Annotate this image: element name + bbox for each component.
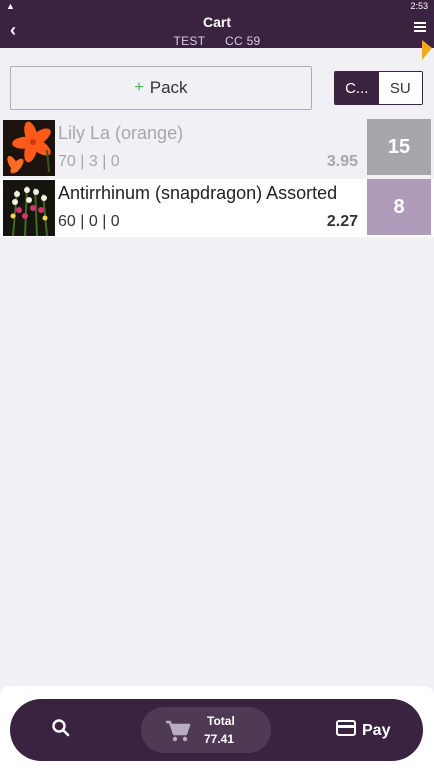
item-price: 3.95 (326, 153, 358, 170)
pay-button[interactable]: Pay (336, 720, 390, 741)
item-quantity-button[interactable]: 8 (367, 179, 431, 235)
item-quantity-button[interactable]: 15 (367, 119, 431, 175)
unit-toggle-option-su[interactable]: SU (378, 72, 422, 104)
credit-card-icon (336, 720, 356, 741)
cart-total-button[interactable]: Total 77.41 (141, 707, 271, 753)
pointer-cursor-icon (422, 40, 432, 60)
page-title: Cart (202, 14, 231, 30)
subtitle-code: CC 59 (225, 34, 261, 48)
shopping-cart-icon (165, 719, 191, 748)
item-name: Lily La (orange) (58, 123, 184, 143)
page-subtitle: TEST CC 59 (0, 34, 434, 48)
total-label: Total (207, 714, 235, 728)
warning-triangle-icon: ▲ (6, 1, 15, 11)
list-item[interactable]: Lily La (orange) 70 | 3 | 0 3.95 15 (0, 119, 434, 177)
snapdragon-image (3, 180, 55, 236)
add-pack-button[interactable]: + Pack (10, 66, 312, 110)
subtitle-customer: TEST (173, 34, 206, 48)
lily-image (3, 120, 55, 176)
bottom-action-bar: Total 77.41 Pay (10, 699, 423, 761)
add-pack-label: Pack (149, 78, 188, 97)
search-icon[interactable] (50, 717, 72, 744)
header: ‹ Cart TEST CC 59 (0, 12, 434, 48)
plus-icon: + (134, 79, 144, 96)
unit-toggle-option-c[interactable]: C... (335, 72, 379, 104)
list-item[interactable]: Antirrhinum (snapdragon) Assorted 60 | 0… (0, 179, 434, 237)
item-name: Antirrhinum (snapdragon) Assorted (58, 183, 338, 203)
menu-icon[interactable] (414, 22, 426, 34)
status-time: 2:53 (410, 1, 428, 11)
item-price: 2.27 (326, 213, 358, 230)
item-stock: 70 | 3 | 0 (58, 153, 120, 170)
item-stock: 60 | 0 | 0 (58, 213, 120, 230)
unit-toggle: C... SU (334, 71, 423, 105)
status-bar: ▲ 2:53 (0, 0, 434, 12)
pay-label: Pay (362, 721, 391, 739)
total-value: 77.41 (204, 732, 235, 746)
